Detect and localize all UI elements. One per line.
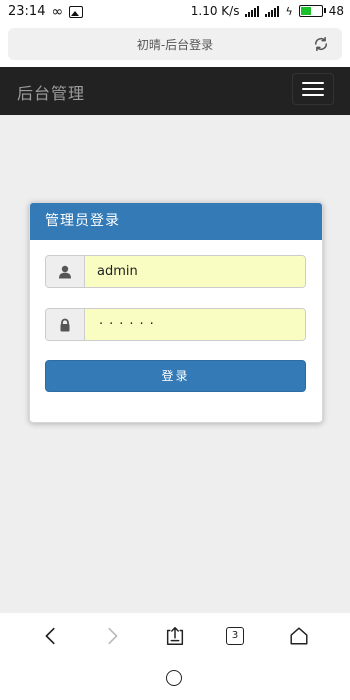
password-input-group xyxy=(45,308,306,341)
navbar: 后台管理 xyxy=(0,67,350,115)
charging-icon: ϟ xyxy=(285,4,293,18)
address-bar[interactable]: 初晴-后台登录 xyxy=(8,28,342,60)
share-icon[interactable] xyxy=(164,625,186,647)
back-icon[interactable] xyxy=(40,625,62,647)
network-speed: 1.10 K/s xyxy=(190,4,240,18)
page-title: 初晴-后台登录 xyxy=(136,38,214,52)
navbar-brand[interactable]: 后台管理 xyxy=(17,80,85,104)
login-panel: 管理员登录 登录 xyxy=(29,202,323,423)
forward-icon[interactable] xyxy=(101,625,123,647)
username-input[interactable] xyxy=(85,256,305,287)
signal-icon xyxy=(245,5,260,17)
home-indicator[interactable] xyxy=(166,670,182,686)
infinity-icon: ∞ xyxy=(51,3,64,20)
login-panel-heading: 管理员登录 xyxy=(30,203,322,240)
main-content: 管理员登录 登录 xyxy=(0,115,350,613)
menu-toggle-button[interactable] xyxy=(292,73,334,105)
tabs-icon[interactable]: 3 xyxy=(226,627,244,645)
status-bar: 23:14 ∞ 1.10 K/s ϟ 48 xyxy=(0,0,350,24)
battery-level: 48 xyxy=(328,4,344,18)
username-input-group xyxy=(45,255,306,288)
password-input[interactable] xyxy=(85,309,305,340)
user-icon xyxy=(46,256,85,287)
menu-icon-bar xyxy=(302,88,324,90)
login-button[interactable]: 登录 xyxy=(45,360,306,392)
photo-icon xyxy=(69,5,84,18)
home-icon[interactable] xyxy=(288,625,310,647)
refresh-icon[interactable] xyxy=(312,35,330,53)
menu-icon-bar xyxy=(302,94,324,96)
lock-icon xyxy=(46,309,85,340)
battery-icon xyxy=(298,5,326,17)
tabs-count: 3 xyxy=(231,630,239,641)
status-time: 23:14 xyxy=(8,4,46,19)
signal-icon-2 xyxy=(265,5,280,17)
browser-toolbar: 3 xyxy=(0,613,350,659)
menu-icon-bar xyxy=(302,82,324,84)
